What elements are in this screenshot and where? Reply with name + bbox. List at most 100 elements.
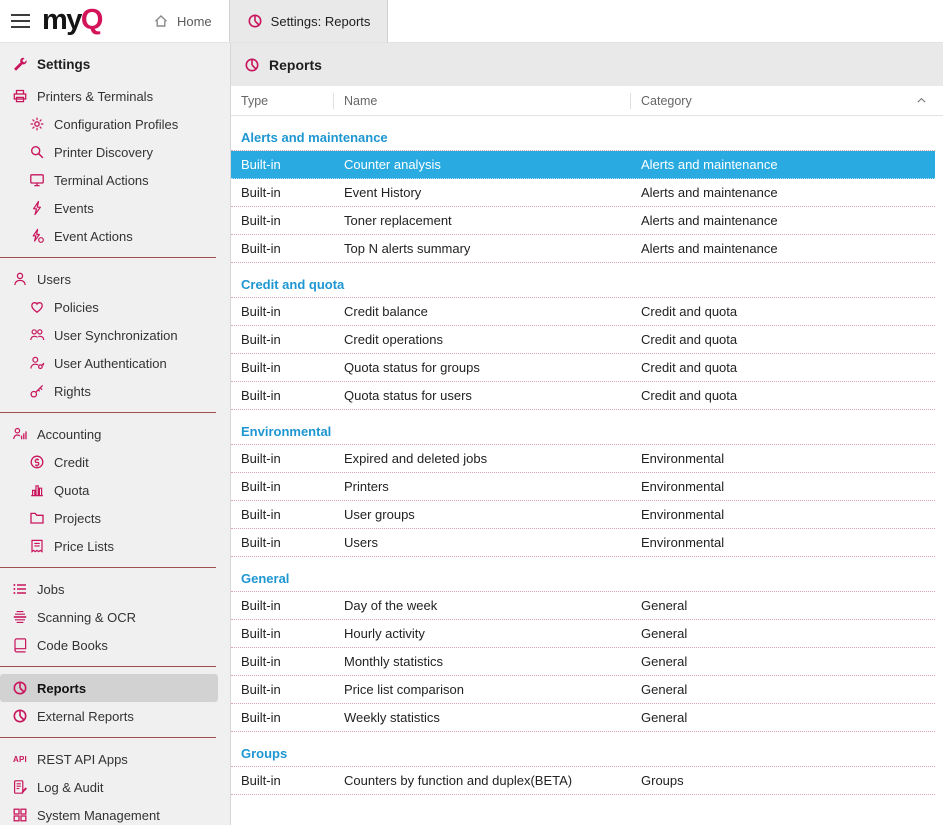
menu-icon[interactable] (0, 0, 40, 42)
sidebar-item-label: REST API Apps (37, 752, 128, 767)
sidebar-item-users[interactable]: Users (0, 265, 230, 293)
cell-name: Hourly activity (334, 626, 631, 641)
log-pencil-icon (12, 779, 28, 795)
report-row[interactable]: Built-inCredit balanceCredit and quota (231, 298, 935, 326)
sidebar-item-rest-api-apps[interactable]: APIREST API Apps (0, 745, 230, 773)
report-row[interactable]: Built-inCredit operationsCredit and quot… (231, 326, 935, 354)
report-row[interactable]: Built-inTop N alerts summaryAlerts and m… (231, 235, 935, 263)
sidebar-item-label: Reports (37, 681, 86, 696)
sidebar-item-projects[interactable]: Projects (0, 504, 230, 532)
sidebar-item-code-books[interactable]: Code Books (0, 631, 230, 659)
report-row[interactable]: Built-inPrintersEnvironmental (231, 473, 935, 501)
sidebar-item-price-lists[interactable]: Price Lists (0, 532, 230, 560)
cell-category: Environmental (631, 507, 935, 522)
list-icon (12, 581, 28, 597)
search-icon (29, 144, 45, 160)
report-row[interactable]: Built-inCounter analysisAlerts and maint… (231, 151, 935, 179)
report-row[interactable]: Built-inUser groupsEnvironmental (231, 501, 935, 529)
report-row[interactable]: Built-inMonthly statisticsGeneral (231, 648, 935, 676)
sidebar-item-printers-terminals[interactable]: Printers & Terminals (0, 82, 230, 110)
cell-name: Credit balance (334, 304, 631, 319)
myq-logo[interactable]: myQ (40, 0, 114, 42)
column-header-name[interactable]: Name (334, 93, 631, 109)
cell-category: Environmental (631, 479, 935, 494)
cell-name: Expired and deleted jobs (334, 451, 631, 466)
sidebar-item-label: Event Actions (54, 229, 133, 244)
sidebar-item-scanning-ocr[interactable]: Scanning & OCR (0, 603, 230, 631)
column-header-category[interactable]: Category (631, 93, 943, 109)
reports-icon (247, 13, 263, 29)
report-row[interactable]: Built-inPrice list comparisonGeneral (231, 676, 935, 704)
sort-ascending-icon (913, 93, 929, 109)
myq-app: myQ Home Settings: Reports Settings Prin… (0, 0, 943, 825)
cell-type: Built-in (231, 773, 334, 788)
sidebar-item-terminal-actions[interactable]: Terminal Actions (0, 166, 230, 194)
sidebar-item-label: User Authentication (54, 356, 167, 371)
cell-category: General (631, 626, 935, 641)
sidebar-divider (0, 257, 216, 258)
cell-type: Built-in (231, 654, 334, 669)
cell-category: Credit and quota (631, 304, 935, 319)
category-group-header: General (231, 557, 935, 592)
sidebar-item-external-reports[interactable]: External Reports (0, 702, 230, 730)
report-row[interactable]: Built-inEvent HistoryAlerts and maintena… (231, 179, 935, 207)
sidebar-item-configuration-profiles[interactable]: Configuration Profiles (0, 110, 230, 138)
sidebar-item-jobs[interactable]: Jobs (0, 575, 230, 603)
report-row[interactable]: Built-inQuota status for groupsCredit an… (231, 354, 935, 382)
sidebar-item-reports[interactable]: Reports (0, 674, 218, 702)
cell-type: Built-in (231, 157, 334, 172)
sidebar-item-events[interactable]: Events (0, 194, 230, 222)
cell-category: General (631, 710, 935, 725)
cell-category: Credit and quota (631, 388, 935, 403)
sidebar-item-label: Code Books (37, 638, 108, 653)
sidebar-item-accounting[interactable]: Accounting (0, 420, 230, 448)
key-icon (29, 383, 45, 399)
cell-category: Groups (631, 773, 935, 788)
column-header-type[interactable]: Type (231, 93, 334, 109)
sidebar-item-rights[interactable]: Rights (0, 377, 230, 405)
sidebar-item-system-management[interactable]: System Management (0, 801, 230, 825)
sidebar-item-user-synchronization[interactable]: User Synchronization (0, 321, 230, 349)
pie-chart-icon (12, 680, 28, 696)
report-row[interactable]: Built-inUsersEnvironmental (231, 529, 935, 557)
tab-bar: Home Settings: Reports (136, 0, 388, 42)
sidebar-item-log-audit[interactable]: Log & Audit (0, 773, 230, 801)
report-row[interactable]: Built-inWeekly statisticsGeneral (231, 704, 935, 732)
sidebar-item-policies[interactable]: Policies (0, 293, 230, 321)
sidebar-item-label: System Management (37, 808, 160, 823)
tab-label: Settings: Reports (271, 14, 371, 29)
sidebar-item-quota[interactable]: Quota (0, 476, 230, 504)
cell-type: Built-in (231, 304, 334, 319)
sidebar-item-credit[interactable]: Credit (0, 448, 230, 476)
cell-name: Top N alerts summary (334, 241, 631, 256)
cell-name: Credit operations (334, 332, 631, 347)
report-row[interactable]: Built-inExpired and deleted jobsEnvironm… (231, 445, 935, 473)
sidebar-divider (0, 412, 216, 413)
sidebar-item-user-authentication[interactable]: User Authentication (0, 349, 230, 377)
tab-home[interactable]: Home (136, 0, 229, 42)
page-header: Reports (231, 43, 943, 86)
sidebar-item-printer-discovery[interactable]: Printer Discovery (0, 138, 230, 166)
tab-settings-reports[interactable]: Settings: Reports (229, 0, 389, 42)
report-row[interactable]: Built-inHourly activityGeneral (231, 620, 935, 648)
sidebar-item-label: Events (54, 201, 94, 216)
cell-category: Credit and quota (631, 360, 935, 375)
report-list: Alerts and maintenance Built-inCounter an… (231, 116, 943, 825)
report-row[interactable]: Built-inToner replacementAlerts and main… (231, 207, 935, 235)
cell-category: Credit and quota (631, 332, 935, 347)
report-row[interactable]: Built-inCounters by function and duplex(… (231, 767, 935, 795)
sidebar-item-label: Log & Audit (37, 780, 104, 795)
sidebar-divider (0, 567, 216, 568)
cell-category: General (631, 654, 935, 669)
report-row[interactable]: Built-inDay of the weekGeneral (231, 592, 935, 620)
table-header: Type Name Category (231, 86, 943, 116)
category-group-header: Environmental (231, 410, 935, 445)
printer-icon (12, 88, 28, 104)
report-row[interactable]: Built-inQuota status for usersCredit and… (231, 382, 935, 410)
cell-type: Built-in (231, 535, 334, 550)
tab-label: Home (177, 14, 212, 29)
home-icon (153, 13, 169, 29)
grid-icon (12, 807, 28, 823)
cell-category: Alerts and maintenance (631, 241, 935, 256)
sidebar-item-event-actions[interactable]: Event Actions (0, 222, 230, 250)
